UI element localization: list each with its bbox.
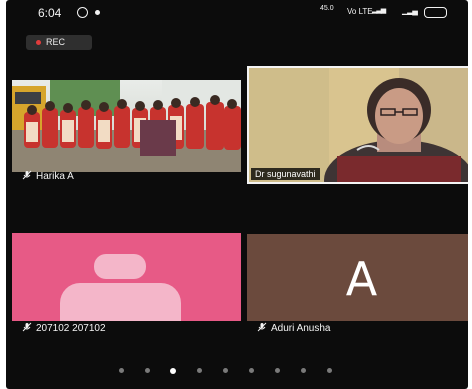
page-dot[interactable] <box>275 368 280 373</box>
mic-muted-icon <box>22 170 32 180</box>
signal-icon-2: ▁▂▄ <box>402 6 418 15</box>
speaker-video-image <box>249 68 468 182</box>
avatar-body-icon <box>60 283 181 321</box>
mic-muted-icon <box>22 322 32 332</box>
meeting-screen: 6:04 45.0 Vo LTE ▂▃▅ ▁▂▄ REC Harika A Dr… <box>6 0 468 389</box>
participant-tile-aduri[interactable]: A <box>247 234 468 321</box>
mic-muted-icon <box>257 322 267 332</box>
page-dot-active[interactable] <box>170 367 176 374</box>
recording-label: REC <box>46 37 66 47</box>
page-dot[interactable] <box>327 368 332 373</box>
status-time: 6:04 <box>38 6 62 20</box>
participant-tile-207102[interactable] <box>12 233 241 321</box>
page-dot[interactable] <box>223 368 228 373</box>
page-indicator[interactable] <box>6 367 468 376</box>
battery-icon <box>424 7 447 18</box>
status-bar: 6:04 45.0 Vo LTE ▂▃▅ ▁▂▄ <box>6 0 468 26</box>
network-speed: 45.0 <box>320 5 334 12</box>
page-dot[interactable] <box>197 368 202 373</box>
page-dot[interactable] <box>145 368 150 373</box>
record-dot-icon <box>36 40 41 45</box>
participant-name-aduri: Aduri Anusha <box>257 322 331 334</box>
page-dot[interactable] <box>249 368 254 373</box>
avatar-letter: A <box>345 252 378 306</box>
participant-name-sugunavathi: Dr sugunavathi <box>251 168 320 180</box>
participant-video-sugunavathi[interactable]: Dr sugunavathi <box>247 66 468 184</box>
participant-name-207102: 207102 207102 <box>22 322 106 334</box>
participant-video-harika[interactable] <box>12 80 241 172</box>
whatsapp-icon <box>77 7 88 18</box>
page-dot[interactable] <box>301 368 306 373</box>
network-type: Vo LTE <box>347 7 373 16</box>
signal-icon: ▂▃▅ <box>372 7 386 14</box>
notification-dot-icon <box>95 10 100 15</box>
group-photo-image <box>12 80 241 172</box>
page-dot[interactable] <box>119 368 124 373</box>
avatar-head-icon <box>94 254 146 279</box>
recording-badge[interactable]: REC <box>26 35 92 50</box>
participant-name-harika: Harika A <box>22 170 74 182</box>
